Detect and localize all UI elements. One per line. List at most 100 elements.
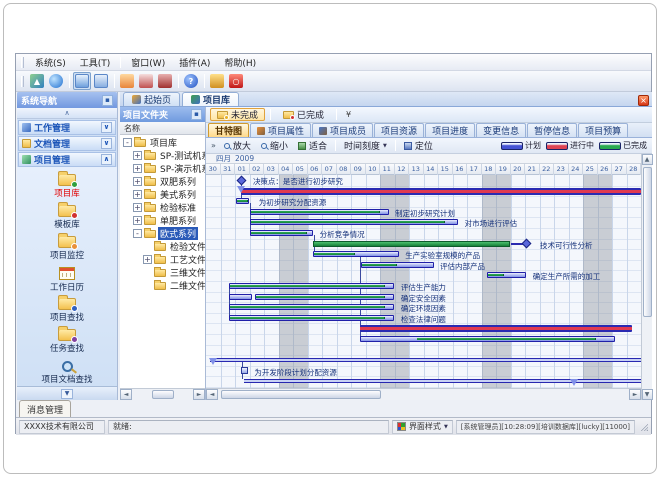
pin-icon[interactable]: ▪ (191, 109, 202, 120)
gantt-progress-bar[interactable] (313, 241, 510, 247)
scrollbar-thumb[interactable] (221, 390, 381, 399)
expand-icon[interactable]: + (133, 216, 142, 225)
expand-icon[interactable]: + (133, 151, 142, 160)
filter-extra-button[interactable]: ¥ (342, 110, 355, 119)
day-header-cell[interactable]: 07 (322, 164, 337, 175)
expand-icon[interactable]: + (133, 203, 142, 212)
gantt-summary-bar[interactable] (360, 325, 633, 332)
day-header-cell[interactable]: 21 (525, 164, 540, 175)
overflow-chevron-icon[interactable]: » (209, 141, 218, 150)
tree-node[interactable]: +检验标准 (120, 201, 205, 214)
day-header-cell[interactable]: 27 (612, 164, 627, 175)
collapse-icon[interactable]: - (133, 229, 142, 238)
chevron-down-icon[interactable]: ▼ (61, 389, 73, 399)
sidebar-item-task-search[interactable]: 任务查找 (20, 326, 114, 357)
tab-project-library[interactable]: 项目库 (182, 92, 239, 106)
zoom-out-button[interactable]: 缩小 (257, 138, 292, 153)
gantt-task-bar[interactable] (487, 272, 526, 278)
scroll-right-icon[interactable]: ► (193, 389, 205, 400)
tree-node[interactable]: +SP-演示机系 (120, 162, 205, 175)
day-header-cell[interactable]: 14 (424, 164, 439, 175)
day-header-cell[interactable]: 23 (554, 164, 569, 175)
gantt-task-bar[interactable] (236, 198, 250, 204)
report-icon[interactable] (137, 72, 155, 90)
day-header-cell[interactable]: 26 (598, 164, 613, 175)
gantt-horizontal-scrollbar[interactable]: ◄ ► (206, 388, 641, 400)
exit-icon[interactable]: ○ (227, 72, 245, 90)
group-document-management[interactable]: 文档管理∨ (18, 136, 116, 151)
menubar-grip[interactable] (21, 57, 24, 68)
tab-project-properties[interactable]: 项目属性 (250, 123, 311, 137)
gantt-task-bar[interactable] (229, 315, 394, 321)
sidebar-item-project-library[interactable]: 项目库 (20, 171, 114, 202)
tree-column-header[interactable]: 名称 (120, 122, 205, 135)
tree-node[interactable]: +双肥系列 (120, 175, 205, 188)
gantt-summary-line[interactable] (210, 358, 641, 362)
day-header-cell[interactable]: 17 (467, 164, 482, 175)
chevron-down-icon[interactable]: ∨ (101, 122, 112, 133)
help-icon[interactable]: ? (182, 72, 200, 90)
tab-start-page[interactable]: 起始页 (123, 92, 180, 106)
day-header-cell[interactable]: 10 (366, 164, 381, 175)
fit-button[interactable]: 适合 (294, 138, 331, 153)
day-header-cell[interactable]: 04 (279, 164, 294, 175)
day-header-cell[interactable]: 25 (583, 164, 598, 175)
message-management-tab[interactable]: 消息管理 (19, 400, 71, 417)
tab-gantt-chart[interactable]: 甘特图 (208, 123, 249, 137)
scroll-down-icon[interactable]: ▼ (642, 389, 653, 400)
scroll-up-icon[interactable]: ▲ (642, 154, 653, 165)
interface-style-button[interactable]: 界面样式 ▼ (392, 420, 453, 434)
collapse-icon[interactable]: - (123, 138, 132, 147)
milestone-diamond[interactable] (236, 175, 246, 185)
menu-system[interactable]: 系统(S) (28, 54, 73, 71)
scroll-right-icon[interactable]: ► (629, 389, 641, 400)
tab-project-resources[interactable]: 项目资源 (374, 123, 424, 137)
menu-help[interactable]: 帮助(H) (217, 54, 263, 71)
tree-node[interactable]: +工艺文件 (120, 253, 205, 266)
image-icon[interactable]: ▲ (28, 72, 46, 90)
day-header-cell[interactable]: 16 (453, 164, 468, 175)
menu-tools[interactable]: 工具(T) (73, 54, 118, 71)
gantt-task-bar[interactable] (250, 209, 389, 215)
tab-project-members[interactable]: 项目成员 (312, 123, 373, 137)
sidebar-item-work-calendar[interactable]: 工作日历 (20, 264, 114, 295)
gantt-task-bar[interactable] (255, 294, 394, 300)
tab-project-progress[interactable]: 项目进度 (425, 123, 475, 137)
menu-plugins[interactable]: 插件(A) (172, 54, 217, 71)
expand-icon[interactable]: + (133, 177, 142, 186)
sidebar-item-project-monitor[interactable]: 项目监控 (20, 233, 114, 264)
tree-node[interactable]: -欧式系列 (120, 227, 205, 240)
chevron-up-icon[interactable]: ∧ (101, 154, 112, 165)
day-header-cell[interactable]: 13 (409, 164, 424, 175)
group-project-management[interactable]: 项目管理∧ (18, 152, 116, 167)
tree-node[interactable]: 三维文件 (120, 266, 205, 279)
day-header-cell[interactable]: 01 (235, 164, 250, 175)
day-header-cell[interactable]: 30 (206, 164, 221, 175)
chevron-down-icon[interactable]: ∨ (101, 138, 112, 149)
globe-icon[interactable] (47, 72, 65, 90)
close-tab-icon[interactable]: × (638, 95, 649, 106)
tree-node[interactable]: -项目库 (120, 136, 205, 149)
gantt-task-bar[interactable] (250, 219, 459, 225)
tree-node[interactable]: 二维文件 (120, 279, 205, 292)
tree-horizontal-scrollbar[interactable]: ◄ ► (120, 388, 205, 400)
report-alt-icon[interactable] (156, 72, 174, 90)
locate-button[interactable]: 定位 (400, 138, 437, 153)
day-header-cell[interactable]: 31 (221, 164, 236, 175)
gantt-task-bar[interactable] (250, 230, 314, 236)
mail-icon[interactable] (118, 72, 136, 90)
scroll-left-icon[interactable]: ◄ (206, 389, 218, 400)
expand-icon[interactable]: + (143, 255, 152, 264)
day-header-cell[interactable]: 11 (380, 164, 395, 175)
day-header-cell[interactable]: 28 (627, 164, 642, 175)
expand-icon[interactable]: + (133, 190, 142, 199)
day-header-cell[interactable]: 06 (308, 164, 323, 175)
pin-icon[interactable]: ▪ (102, 95, 113, 106)
gantt-task-bar[interactable] (361, 262, 434, 268)
day-header-cell[interactable]: 02 (250, 164, 265, 175)
gantt-summary-line[interactable] (244, 379, 641, 383)
group-work-management[interactable]: 工作管理∨ (18, 120, 116, 135)
day-header-cell[interactable]: 05 (293, 164, 308, 175)
day-header-cell[interactable]: 15 (438, 164, 453, 175)
gantt-mini-icon[interactable] (241, 367, 248, 374)
